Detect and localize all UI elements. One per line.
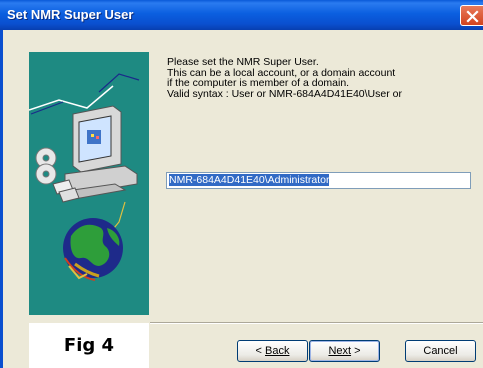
next-button-label: Next [328, 345, 352, 357]
super-user-value: NMR-684A4D41E40\Administrator [169, 174, 330, 186]
window-title: Set NMR Super User [7, 7, 134, 22]
prompt-line: Valid syntax : User or NMR-684A4D41E40\U… [167, 87, 402, 100]
close-button[interactable] [460, 5, 483, 26]
prompt-text: Please set the NMR Super User. This can … [167, 57, 467, 99]
next-button[interactable]: Next > [309, 340, 380, 362]
title-bar[interactable]: Set NMR Super User [0, 0, 483, 30]
wizard-illustration [28, 52, 149, 315]
prompt-line: Please set the NMR Super User. [167, 56, 319, 68]
prompt-line: if the computer is member of a domain. [167, 77, 350, 89]
super-user-field[interactable]: NMR-684A4D41E40\Administrator [166, 172, 471, 189]
figure-label: Fig 4 [29, 323, 149, 368]
cd-icon [35, 147, 57, 185]
close-icon [466, 10, 479, 23]
globe-icon [63, 218, 123, 281]
cancel-button[interactable]: Cancel [405, 340, 476, 362]
back-button-label: Back [265, 345, 290, 357]
back-button[interactable]: < Back [237, 340, 308, 362]
button-divider [150, 322, 483, 324]
cancel-button-label: Cancel [423, 345, 458, 357]
